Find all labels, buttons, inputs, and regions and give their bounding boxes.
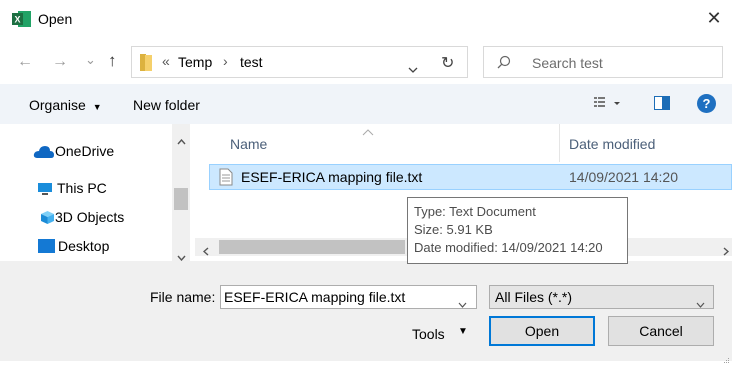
search-input[interactable]: Search test <box>532 55 603 71</box>
command-bar: Organise ▼ New folder ? <box>0 84 732 124</box>
column-divider <box>559 124 560 162</box>
organise-menu[interactable]: Organise ▼ <box>29 97 102 113</box>
tooltip-size: Size: 5.91 KB <box>414 222 493 237</box>
sidebar-item-label: This PC <box>57 180 107 196</box>
scroll-up-icon[interactable] <box>177 132 186 148</box>
cancel-button[interactable]: Cancel <box>608 316 714 346</box>
organise-label: Organise <box>29 97 86 113</box>
folder-icon <box>140 54 152 71</box>
address-bar[interactable]: « Temp › test <box>131 46 468 78</box>
window-title: Open <box>38 11 73 27</box>
sort-ascending-icon <box>362 123 374 139</box>
table-row[interactable]: ESEF-ERICA mapping file.txt 14/09/2021 1… <box>209 164 732 190</box>
excel-icon: X <box>12 10 32 28</box>
chevron-down-icon[interactable] <box>696 295 705 311</box>
scroll-thumb[interactable] <box>174 188 188 210</box>
desktop-icon <box>38 239 55 256</box>
file-name-label: File name: <box>150 289 216 305</box>
caret-down-icon: ▼ <box>458 326 468 337</box>
navigation-pane-scrollbar[interactable] <box>172 124 190 262</box>
sidebar-item-label: Desktop <box>58 238 110 254</box>
scroll-right-icon[interactable] <box>723 243 730 259</box>
forward-button[interactable]: → <box>52 52 68 72</box>
text-file-icon <box>219 168 233 189</box>
column-header-date[interactable]: Date modified <box>569 136 655 152</box>
scroll-left-icon[interactable] <box>202 243 209 259</box>
refresh-button[interactable]: ↻ <box>441 53 454 73</box>
view-options-button[interactable] <box>594 96 626 113</box>
file-date-modified: 14/09/2021 14:20 <box>569 169 678 185</box>
navigation-pane: OneDrive This PC 3D Objects Desktop <box>0 124 195 261</box>
breadcrumb-item-temp[interactable]: Temp <box>178 54 212 70</box>
file-name-field[interactable]: ESEF-ERICA mapping file.txt <box>220 285 477 309</box>
caret-down-icon: ▼ <box>92 102 102 112</box>
scroll-thumb[interactable] <box>219 240 405 254</box>
address-divider <box>472 46 473 78</box>
cloud-icon <box>33 145 55 162</box>
tools-menu[interactable]: Tools ▼ <box>408 320 474 348</box>
help-button[interactable]: ? <box>697 94 716 113</box>
dialog-footer: File name: ESEF-ERICA mapping file.txt A… <box>0 261 732 363</box>
chevron-down-icon[interactable] <box>458 295 467 311</box>
resize-grip-icon[interactable] <box>722 351 730 367</box>
breadcrumb-separator[interactable]: › <box>223 53 228 69</box>
new-folder-button[interactable]: New folder <box>133 97 200 113</box>
close-button[interactable]: ✕ <box>704 8 724 28</box>
sidebar-item-label: 3D Objects <box>55 209 125 225</box>
recent-locations-button[interactable]: ⌄ <box>85 50 96 70</box>
breadcrumb-overflow[interactable]: « <box>162 53 170 69</box>
sidebar-item-3d-objects[interactable]: 3D Objects <box>0 204 170 230</box>
sidebar-item-desktop[interactable]: Desktop <box>0 233 170 259</box>
search-icon <box>497 55 511 72</box>
cube-icon <box>40 210 55 228</box>
up-button[interactable]: ↑ <box>108 51 117 71</box>
column-header-name[interactable]: Name <box>230 136 267 152</box>
tooltip-modified: Date modified: 14/09/2021 14:20 <box>414 240 603 255</box>
breadcrumb-item-test[interactable]: test <box>240 54 263 70</box>
computer-icon <box>37 182 53 199</box>
tools-label: Tools <box>412 326 445 342</box>
file-name: ESEF-ERICA mapping file.txt <box>241 169 423 185</box>
open-button[interactable]: Open <box>489 316 595 346</box>
preview-pane-button[interactable] <box>654 96 670 110</box>
chevron-down-icon[interactable] <box>408 60 418 76</box>
file-type-select[interactable]: All Files (*.*) <box>489 285 714 309</box>
svg-text:X: X <box>14 15 20 25</box>
title-bar: X Open ✕ <box>0 0 732 40</box>
file-info-tooltip: Type: Text Document Size: 5.91 KB Date m… <box>407 197 628 264</box>
tooltip-type: Type: Text Document <box>414 204 536 219</box>
file-name-input[interactable]: ESEF-ERICA mapping file.txt <box>224 289 405 305</box>
back-button[interactable]: ← <box>17 52 33 72</box>
search-box[interactable]: Search test <box>483 46 723 78</box>
sidebar-item-this-pc[interactable]: This PC <box>0 175 170 201</box>
sidebar-item-onedrive[interactable]: OneDrive <box>0 138 170 164</box>
sidebar-item-label: OneDrive <box>55 143 115 159</box>
file-type-value: All Files (*.*) <box>495 289 573 305</box>
